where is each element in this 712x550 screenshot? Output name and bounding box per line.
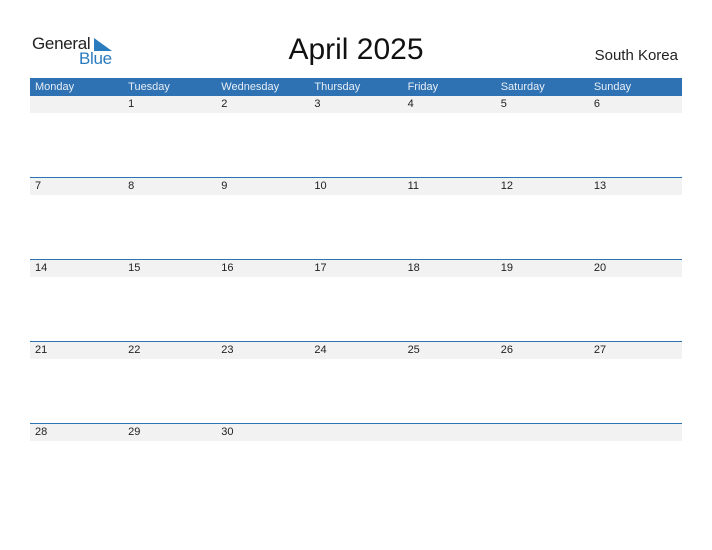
day-cell: 14: [35, 262, 48, 274]
day-cell: 3: [314, 98, 321, 110]
week-row: 14 15 16 17 18 19 20: [30, 259, 682, 341]
day-cell: 28: [35, 426, 48, 438]
weeks-container: 1 2 3 4 5 6 7 8 9 10 11 12 13 14 15 16 17 18 19 20 21 22 23 24 2…: [30, 96, 682, 505]
day-cell: 29: [128, 426, 141, 438]
day-cell: [30, 96, 123, 113]
day-cell: 17: [314, 262, 327, 274]
day-cell: 2: [221, 98, 228, 110]
weekday-saturday: Saturday: [500, 81, 545, 93]
day-cell: 27: [593, 344, 607, 356]
weekday-thursday: Thursday: [314, 81, 361, 93]
day-cell: 18: [407, 262, 420, 274]
day-number-strip: 7 8 9 10 11 12 13: [30, 178, 682, 195]
day-number-strip: 14 15 16 17 18 19 20: [30, 260, 682, 277]
day-cell: 16: [221, 262, 234, 274]
day-cell: 13: [593, 180, 607, 192]
day-cell: [309, 424, 402, 441]
weekday-monday: Monday: [35, 81, 75, 93]
day-cell: 21: [35, 344, 48, 356]
day-number-strip: 21 22 23 24 25 26 27: [30, 342, 682, 359]
day-cell: 23: [221, 344, 234, 356]
day-cell: 20: [593, 262, 607, 274]
day-cell: 26: [500, 344, 513, 356]
day-cell: 22: [128, 344, 141, 356]
country-label: South Korea: [594, 47, 678, 64]
day-cell: 8: [128, 180, 135, 192]
day-cell: 1: [128, 98, 135, 110]
day-cell: 12: [500, 180, 513, 192]
day-cell: 25: [407, 344, 420, 356]
weekday-sunday: Sunday: [593, 81, 632, 93]
day-number-strip: 1 2 3 4 5 6: [30, 96, 682, 113]
week-row: 21 22 23 24 25 26 27: [30, 341, 682, 423]
week-row: 7 8 9 10 11 12 13: [30, 177, 682, 259]
day-number-strip: 28 29 30: [30, 424, 682, 441]
day-cell: 5: [500, 98, 507, 110]
weekday-wednesday: Wednesday: [221, 81, 280, 93]
day-cell: 10: [314, 180, 327, 192]
day-cell: [496, 424, 589, 441]
day-cell: 6: [593, 98, 600, 110]
day-cell: [403, 424, 496, 441]
weekday-tuesday: Tuesday: [128, 81, 170, 93]
week-row: 28 29 30: [30, 423, 682, 505]
day-cell: 9: [221, 180, 228, 192]
day-cell: 19: [500, 262, 513, 274]
day-cell: [589, 424, 682, 441]
calendar-grid: Monday Tuesday Wednesday Thursday Friday…: [30, 78, 682, 505]
day-cell: 7: [35, 180, 42, 192]
weekday-friday: Friday: [407, 81, 439, 93]
weekday-header: Monday Tuesday Wednesday Thursday Friday…: [30, 78, 682, 96]
day-cell: 4: [407, 98, 414, 110]
day-cell: 11: [407, 180, 419, 192]
day-cell: 15: [128, 262, 141, 274]
day-cell: 24: [314, 344, 327, 356]
week-row: 1 2 3 4 5 6: [30, 96, 682, 177]
day-cell: 30: [221, 426, 234, 438]
